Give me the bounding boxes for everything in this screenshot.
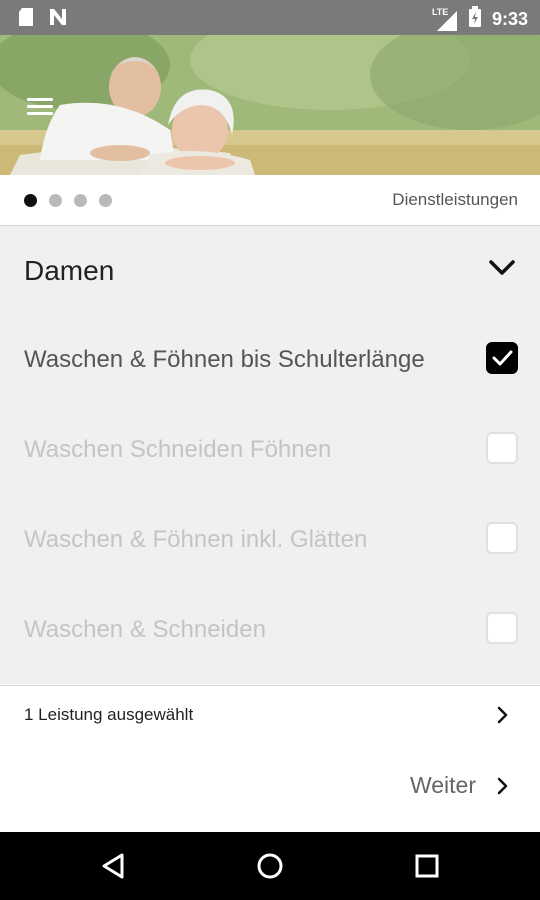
selection-summary[interactable]: 1 Leistung ausgewählt <box>0 685 540 745</box>
clock: 9:33 <box>491 9 528 29</box>
home-icon[interactable] <box>254 850 286 882</box>
checkbox-unchecked[interactable] <box>486 522 518 554</box>
lte-signal-icon: LTE <box>432 7 458 31</box>
checkbox-checked[interactable] <box>486 342 518 374</box>
page-dots <box>24 194 112 207</box>
page-dot-2[interactable] <box>49 194 62 207</box>
n-icon <box>48 7 68 32</box>
chevron-down-icon <box>489 260 515 275</box>
footer: Weiter <box>0 744 540 832</box>
category-header[interactable]: Damen <box>0 226 540 318</box>
next-button-label: Weiter <box>409 772 476 798</box>
selection-count-label: 1 Leistung ausgewählt <box>24 705 194 724</box>
checkbox-unchecked[interactable] <box>486 612 518 644</box>
menu-icon[interactable] <box>27 98 53 116</box>
category-title: Damen <box>24 255 115 286</box>
service-option[interactable]: Waschen Schneiden Föhnen <box>0 408 540 498</box>
chevron-right-icon <box>497 777 508 794</box>
checkmark-icon <box>492 350 513 366</box>
battery-charging-icon <box>468 6 482 33</box>
page-dot-1[interactable] <box>24 194 37 207</box>
system-navigation-bar <box>0 832 540 900</box>
service-option-label: Waschen & Schneiden <box>24 616 266 643</box>
service-option-label: Waschen & Föhnen inkl. Glätten <box>24 526 368 553</box>
service-option[interactable]: Waschen & Föhnen inkl. Glätten <box>0 498 540 588</box>
recents-icon[interactable] <box>411 850 443 882</box>
service-option-label: Waschen & Föhnen bis Schulterlänge <box>24 346 425 373</box>
back-icon[interactable] <box>98 850 130 882</box>
hero-photo <box>0 35 540 175</box>
page-dot-4[interactable] <box>99 194 112 207</box>
hero-image <box>0 35 540 175</box>
checkbox-unchecked[interactable] <box>486 432 518 464</box>
service-option[interactable]: Waschen & Schneiden <box>0 588 540 678</box>
next-button[interactable]: Weiter <box>410 772 510 799</box>
status-bar: LTE 9:33 <box>0 0 540 35</box>
service-category-section: Damen Waschen & Föhnen bis Schulterlänge… <box>0 226 540 684</box>
step-title: Dienstleistungen <box>392 190 518 209</box>
service-option[interactable]: Waschen & Föhnen bis Schulterlänge <box>0 318 540 408</box>
service-option-label: Waschen Schneiden Föhnen <box>24 436 332 463</box>
sd-card-icon <box>18 7 34 32</box>
chevron-right-icon <box>497 706 508 724</box>
page-indicator-bar: Dienstleistungen <box>0 175 540 226</box>
page-dot-3[interactable] <box>74 194 87 207</box>
